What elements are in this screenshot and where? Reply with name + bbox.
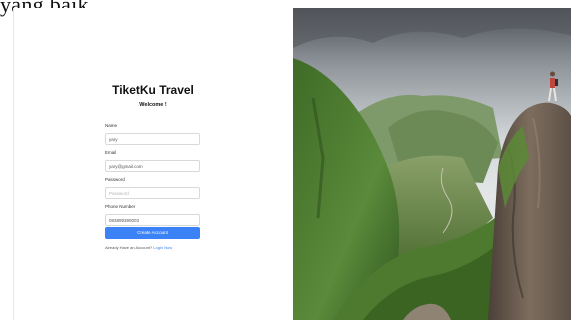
- phone-input[interactable]: 083899390003: [105, 214, 200, 226]
- hero-photo: [293, 8, 571, 320]
- hero-photo-illustration: [293, 8, 571, 320]
- name-input[interactable]: yary: [105, 133, 200, 145]
- login-prompt-text: Already Have an Account?: [105, 245, 153, 250]
- password-label: Password: [105, 177, 125, 182]
- name-label: Name: [105, 123, 118, 128]
- email-input[interactable]: yary@gmail.com: [105, 160, 200, 172]
- signup-screen: TiketKu Travel Welcome ! Name yary Email…: [13, 8, 571, 320]
- brand-title: TiketKu Travel: [112, 83, 194, 97]
- login-prompt-row: Already Have an Account? Login Now: [105, 245, 172, 250]
- password-input[interactable]: Password: [105, 187, 200, 199]
- login-now-link[interactable]: Login Now: [153, 245, 172, 250]
- page: yang baik. TiketKu Travel Welcome ! Name…: [0, 0, 571, 320]
- create-account-button[interactable]: Create Account: [105, 227, 200, 239]
- phone-label: Phone Number: [105, 204, 136, 209]
- signup-form-panel: TiketKu Travel Welcome ! Name yary Email…: [14, 8, 292, 320]
- email-label: Email: [105, 150, 117, 155]
- welcome-text: Welcome !: [139, 102, 167, 108]
